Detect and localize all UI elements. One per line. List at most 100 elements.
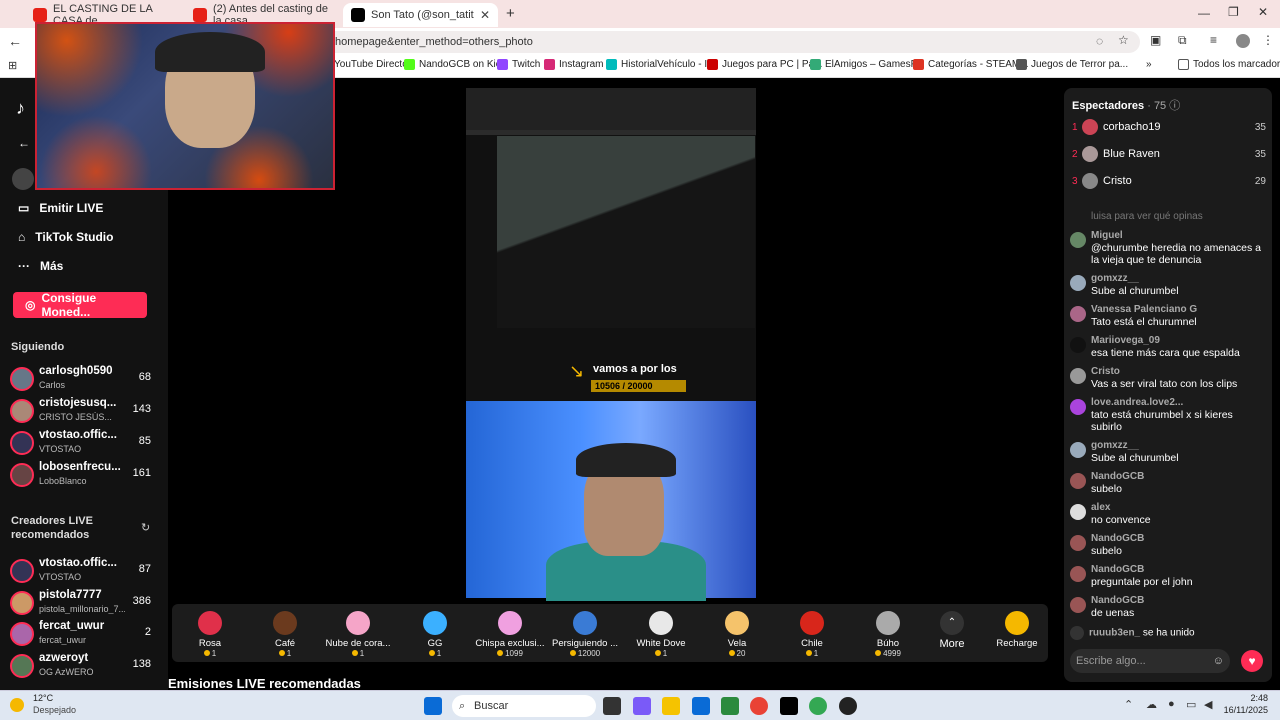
bookmark-1[interactable]: NandoGCB on Kick	[404, 59, 506, 70]
back-icon[interactable]: ←	[8, 33, 22, 49]
chat-user[interactable]: love.andrea.love2...	[1091, 397, 1183, 408]
network-icon[interactable]: ▭	[1186, 698, 1196, 711]
clock-time[interactable]: 2:48	[1224, 693, 1268, 703]
bookmark-0[interactable]: YouTube Directo	[334, 59, 408, 70]
obs-icon[interactable]	[839, 697, 857, 715]
avatar	[10, 559, 34, 583]
following-account[interactable]: lobosenfrecu... LoboBlanco 161	[10, 459, 155, 493]
taskbar-search[interactable]: ⌕ Buscar	[452, 695, 596, 717]
kebab-menu-icon[interactable]: ⋮	[1262, 33, 1274, 47]
bookmark-2[interactable]: Twitch	[497, 59, 540, 70]
cloud-icon[interactable]: ☁	[1146, 698, 1157, 711]
store-icon[interactable]	[692, 697, 710, 715]
chat-user[interactable]: gomxzz__	[1091, 440, 1139, 451]
bookmark-5[interactable]: Juegos para PC | Pá...	[707, 59, 822, 70]
recommended-account[interactable]: azweroyt OG AzWERO 138	[10, 650, 155, 684]
menu-icon[interactable]: ≡	[1210, 33, 1217, 47]
coin-icon	[351, 650, 358, 656]
chrome-icon[interactable]	[750, 697, 768, 715]
tiktok-icon[interactable]	[780, 697, 798, 715]
more-bookmarks-icon[interactable]: »	[1146, 59, 1152, 70]
emoji-icon[interactable]: ☺	[1213, 649, 1224, 673]
chat-user[interactable]: Mariiovega_09	[1091, 335, 1160, 346]
back-arrow-icon[interactable]: ←	[18, 136, 30, 150]
task-view-icon[interactable]	[603, 697, 621, 715]
chat-user[interactable]: Cristo	[1091, 366, 1120, 377]
bookmark-8[interactable]: Juegos de Terror pa...	[1016, 59, 1128, 70]
minimize-icon[interactable]: —	[1198, 6, 1210, 20]
join-user[interactable]: ruuub3en_	[1089, 628, 1140, 639]
avatar	[10, 463, 34, 487]
chrome-active-icon[interactable]	[809, 697, 827, 715]
chat-user[interactable]: Miguel	[1091, 230, 1123, 241]
gift-chile[interactable]: Chile 1	[774, 606, 850, 658]
chat-user[interactable]: NandoGCB	[1091, 471, 1144, 482]
url-field[interactable]: homepage&enter_method=others_photo	[290, 31, 1140, 53]
clock-date[interactable]: 16/11/2025	[1214, 705, 1268, 715]
gift-more-button[interactable]: ⌃ More	[917, 606, 987, 650]
viewers-header[interactable]: Espectadores · 75 ⓘ	[1072, 97, 1180, 113]
apps-icon[interactable]: ⊞	[8, 59, 17, 72]
live-video[interactable]: ↘ vamos a por los 10506 / 20000	[466, 88, 756, 601]
gift-white-dove[interactable]: White Dove 1	[623, 606, 699, 658]
all-bookmarks[interactable]: Todos los marcadores	[1178, 59, 1280, 70]
refresh-icon[interactable]: ↻	[141, 521, 150, 534]
windows-start-icon[interactable]	[424, 697, 442, 715]
gift-nube[interactable]: Nube de cora... 1	[320, 606, 396, 658]
gift-chispa[interactable]: Chispa exclusi... 1099	[472, 606, 548, 658]
tiktok-logo-icon[interactable]: ♪	[16, 98, 25, 119]
gift-price: 1	[397, 649, 473, 658]
get-coins-button[interactable]: ◎ Consigue Moned...	[13, 291, 147, 319]
chat-input[interactable]: Escribe algo... ☺	[1070, 649, 1230, 673]
close-window-icon[interactable]: ✕	[1258, 5, 1268, 19]
mic-icon[interactable]: ●	[1168, 698, 1175, 710]
xbox-icon[interactable]	[721, 697, 739, 715]
top-viewer[interactable]: 2 Blue Raven 35	[1072, 145, 1266, 167]
gift-vela[interactable]: Vela 20	[699, 606, 775, 658]
nav-emitir-live[interactable]: ▭ Emitir LIVE	[18, 201, 103, 215]
following-account[interactable]: cristojesusq... CRISTO JESÚS... 143	[10, 395, 155, 429]
bookmark-3[interactable]: Instagram	[544, 59, 603, 70]
close-icon[interactable]: ✕	[480, 8, 490, 22]
bookmark-4[interactable]: HistorialVehículo - I...	[606, 59, 715, 70]
following-account[interactable]: vtostao.offic... VTOSTAO 85	[10, 427, 155, 461]
top-viewer[interactable]: 1 corbacho19 35	[1072, 118, 1266, 140]
recommended-account[interactable]: fercat_uwur fercat_uwur 2	[10, 618, 155, 652]
puzzle-icon[interactable]: ⧉	[1178, 33, 1187, 48]
nav-tiktok-studio[interactable]: ⌂ TikTok Studio	[18, 230, 113, 244]
recommended-account[interactable]: vtostao.offic... VTOSTAO 87	[10, 555, 155, 589]
following-account[interactable]: carlosgh0590 Carlos 68	[10, 363, 155, 397]
account-sub: CRISTO JESÚS...	[39, 412, 112, 422]
chat-user[interactable]: NandoGCB	[1091, 533, 1144, 544]
new-tab-button[interactable]: +	[506, 5, 515, 22]
volume-icon[interactable]: ◀	[1204, 698, 1212, 711]
browser-tab-3[interactable]: Son Tato (@son_tatito) está ✕	[343, 3, 498, 27]
gg-icon	[423, 611, 447, 635]
chat-user[interactable]: alex	[1091, 502, 1110, 513]
eye-off-icon[interactable]: ◌	[1096, 34, 1103, 48]
file-explorer-icon[interactable]	[662, 697, 680, 715]
copilot-icon[interactable]	[633, 697, 651, 715]
recommended-account[interactable]: pistola7777 pistola_millonario_7... 386	[10, 587, 155, 621]
bookmark-7[interactable]: Categorías - STEAM...	[913, 59, 1029, 70]
gift-cafe[interactable]: Café 1	[247, 606, 323, 658]
profile-avatar[interactable]	[12, 168, 34, 190]
gift-persiguiendo[interactable]: Persiguiendo ... 12000	[547, 606, 623, 658]
star-icon[interactable]: ☆	[1118, 33, 1129, 47]
recharge-button[interactable]: Recharge	[982, 606, 1052, 649]
maximize-icon[interactable]: ❐	[1228, 5, 1239, 19]
gift-rosa[interactable]: Rosa 1	[172, 606, 248, 658]
chat-user[interactable]: NandoGCB	[1091, 564, 1144, 575]
chat-user[interactable]: Vanessa Palenciano G	[1091, 304, 1197, 315]
chat-user[interactable]: NandoGCB	[1091, 595, 1144, 606]
profile-avatar[interactable]	[1236, 34, 1250, 48]
gift-gg[interactable]: GG 1	[397, 606, 473, 658]
top-viewer[interactable]: 3 Cristo 29	[1072, 172, 1266, 194]
chat-user[interactable]: gomxzz__	[1091, 273, 1139, 284]
like-button[interactable]: ♥	[1241, 650, 1263, 672]
bookmark-6[interactable]: ElAmigos – GamesF...	[810, 59, 924, 70]
gift-buho[interactable]: Búho 4999	[850, 606, 926, 658]
extension-icon[interactable]: ▣	[1150, 33, 1161, 47]
nav-mas[interactable]: ··· Más	[18, 259, 63, 273]
tray-chevron-icon[interactable]: ⌃	[1124, 698, 1133, 711]
